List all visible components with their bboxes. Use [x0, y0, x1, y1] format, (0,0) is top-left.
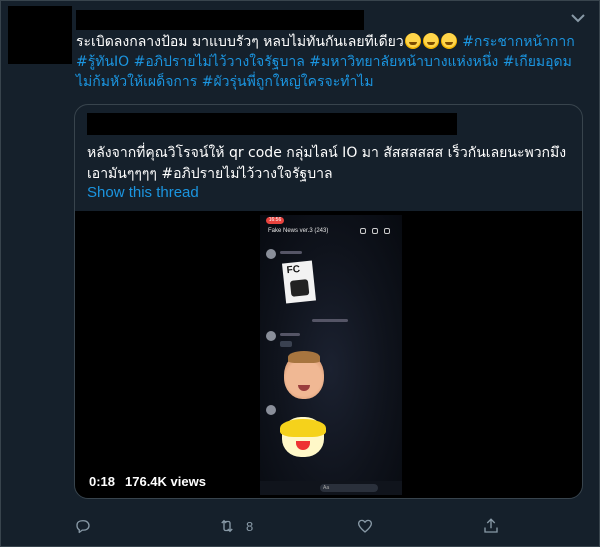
message-bubble — [280, 341, 292, 347]
menu-icon — [384, 228, 390, 234]
video-player[interactable]: 16:56 Fake News ver.3 (243) Aa 0:18 176.… — [75, 211, 582, 498]
retweet-count: 8 — [246, 518, 254, 534]
fc-sticker — [281, 260, 317, 304]
sender-name — [280, 333, 300, 336]
avatar-redacted[interactable] — [8, 6, 72, 64]
phone-status-time: 16:56 — [266, 217, 284, 224]
video-frame-phone-screenshot: 16:56 Fake News ver.3 (243) Aa — [260, 215, 402, 495]
quoted-tweet-text: หลังจากที่คุณวิโรจน์ให้ qr code กลุ่มไลน… — [87, 145, 567, 182]
search-icon — [360, 228, 366, 234]
hashtag-link[interactable]: #อภิปรายไม่ไว้วางใจรัฐบาล — [134, 54, 305, 70]
share-button[interactable] — [482, 515, 500, 537]
retweet-button[interactable]: 8 — [218, 515, 253, 537]
rolling-laughing-emoji-icon — [440, 33, 457, 49]
hashtag-link[interactable]: #รู้ทันIO — [76, 54, 129, 70]
quoted-author-redacted — [87, 113, 457, 135]
hashtag-link[interactable]: #มหาวิทยาลัยหน้าบางแห่งหนึ่ง — [309, 54, 498, 70]
phone-message-input: Aa — [320, 484, 378, 492]
video-views-badge: 176.4K views — [119, 472, 212, 492]
avatar — [266, 331, 276, 341]
share-icon — [484, 518, 498, 533]
reply-button[interactable] — [74, 515, 102, 537]
avatar — [266, 249, 276, 259]
phone-input-bar: Aa — [260, 481, 402, 495]
tweet-actions-bar: 8 — [74, 515, 514, 537]
video-duration-badge: 0:18 — [83, 472, 122, 492]
like-button[interactable] — [356, 515, 384, 537]
tweet-text-body: ระเบิดลงกลางป้อม มาแบบรัวๆ หลบไม่ทันกันเ… — [76, 34, 404, 50]
show-thread-link[interactable]: Show this thread — [87, 184, 199, 201]
baby-face-sticker — [284, 351, 324, 399]
tweet-text: ระเบิดลงกลางป้อม มาแบบรัวๆ หลบไม่ทันกันเ… — [76, 32, 576, 92]
rolling-laughing-emoji-icon — [422, 33, 439, 49]
reply-icon — [76, 520, 90, 534]
system-message — [312, 319, 348, 322]
chevron-down-icon[interactable] — [570, 12, 586, 24]
avatar — [266, 405, 276, 415]
hashtag-link[interactable]: #กระชากหน้ากาก — [462, 34, 575, 50]
author-name-redacted[interactable] — [76, 10, 364, 30]
rolling-laughing-emoji-icon — [404, 33, 421, 49]
phone-icon — [372, 228, 378, 234]
phone-chat-title: Fake News ver.3 (243) — [268, 228, 329, 234]
sender-name — [280, 251, 302, 254]
heart-icon — [357, 519, 373, 533]
retweet-icon — [221, 519, 233, 533]
hashtag-link[interactable]: #ผัวรุ่นพี่ถูกใหญ่ใครจะทำไม — [202, 74, 374, 90]
quoted-tweet-card[interactable]: หลังจากที่คุณวิโรจน์ให้ qr code กลุ่มไลน… — [74, 104, 583, 499]
line-character-sticker — [280, 417, 326, 457]
